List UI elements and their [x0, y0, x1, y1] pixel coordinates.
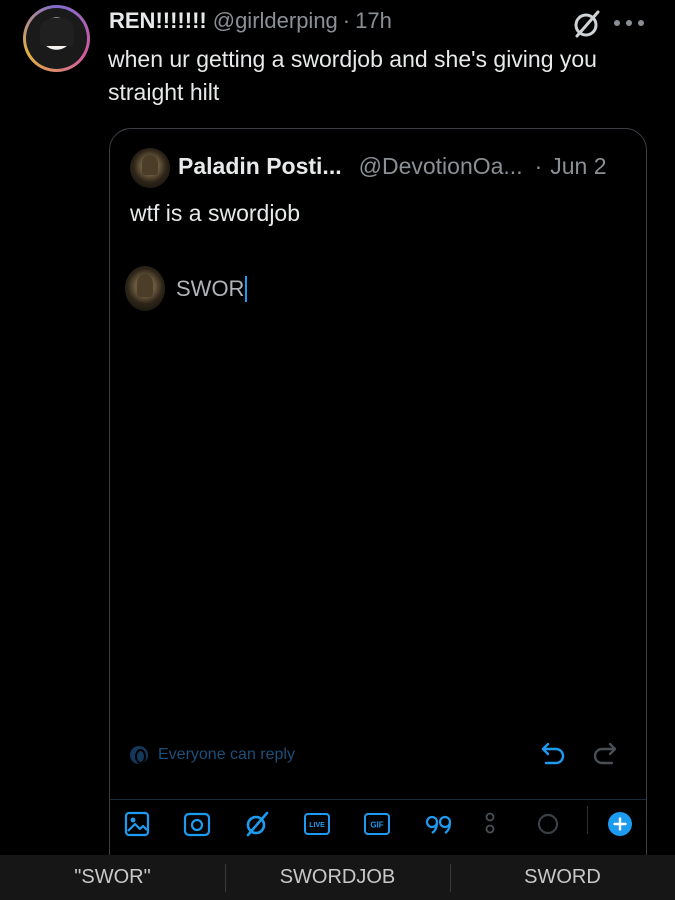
undo-icon[interactable] [538, 741, 568, 769]
post-timestamp[interactable]: 17h [355, 8, 392, 34]
gif-icon[interactable]: GIF [362, 809, 392, 839]
reply-input[interactable]: SWOR [176, 276, 248, 302]
separator-dot: · [534, 153, 543, 179]
text-caret [245, 276, 248, 302]
toolbar-separator [587, 806, 588, 834]
grok-icon[interactable] [242, 809, 272, 839]
reply-setting-button[interactable]: Everyone can reply [130, 746, 295, 764]
reply-setting-label: Everyone can reply [158, 746, 295, 763]
quoted-post-text: wtf is a swordjob [130, 200, 301, 226]
author-avatar[interactable] [23, 5, 90, 72]
live-icon[interactable]: LIVE [302, 809, 332, 839]
toolbar-divider [110, 799, 646, 800]
quoted-post-card[interactable]: Paladin Posti... @DevotionOa... · Jun 2 … [109, 128, 647, 900]
author-handle[interactable]: @girlderping [213, 8, 338, 34]
keyboard-suggestion-bar: "SWOR" SWORDJOB SWORD [0, 855, 675, 900]
poll-icon[interactable] [482, 809, 498, 839]
quote-icon[interactable] [422, 809, 456, 839]
suggestion-item[interactable]: SWORD [450, 864, 675, 892]
quoted-author-display-name[interactable]: Paladin Posti... [178, 153, 342, 180]
quoted-post-header: Paladin Posti... @DevotionOa... · Jun 2 [178, 153, 607, 180]
separator-dot: · [342, 8, 351, 33]
post-header: REN!!!!!!! @girlderping · 17h [109, 8, 392, 38]
gif-label: GIF [370, 821, 383, 830]
suggestion-item[interactable]: SWORDJOB [225, 864, 450, 892]
camera-icon[interactable] [182, 809, 212, 839]
author-display-name[interactable]: REN!!!!!!! [109, 8, 207, 34]
quoted-author-avatar[interactable] [130, 148, 170, 188]
grok-icon[interactable] [571, 9, 603, 39]
image-icon[interactable] [122, 809, 152, 839]
suggestion-item[interactable]: "SWOR" [0, 866, 225, 889]
reply-draft-text: SWOR [176, 276, 245, 301]
more-options-icon[interactable] [614, 20, 644, 28]
add-post-icon[interactable] [605, 809, 635, 839]
redo-icon[interactable] [590, 741, 620, 769]
character-counter-icon [534, 809, 562, 839]
quoted-author-handle[interactable]: @DevotionOa... [359, 153, 523, 180]
live-label: LIVE [309, 822, 325, 829]
post-text: when ur getting a swordjob and she's giv… [108, 46, 597, 105]
globe-icon [130, 746, 148, 764]
composer-avatar [125, 266, 165, 311]
quoted-post-date[interactable]: Jun 2 [550, 153, 606, 180]
